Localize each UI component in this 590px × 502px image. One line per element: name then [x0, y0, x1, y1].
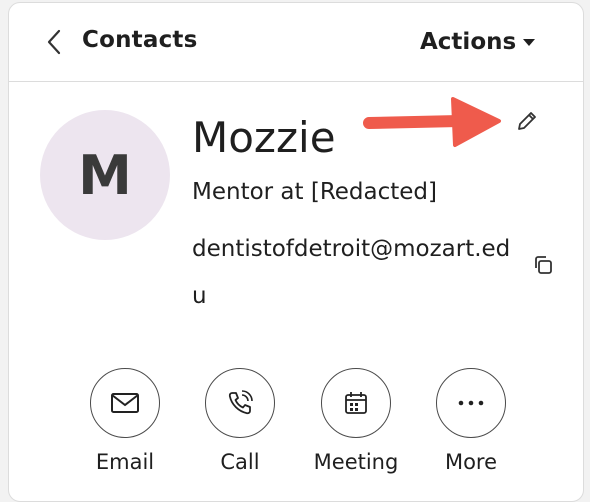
actions-label: Actions: [420, 29, 517, 55]
email-button[interactable]: [90, 368, 160, 438]
quick-action-call[interactable]: Call: [190, 368, 290, 474]
call-label: Call: [220, 450, 260, 474]
more-button[interactable]: [436, 368, 506, 438]
call-button[interactable]: [205, 368, 275, 438]
calendar-icon: [345, 392, 367, 414]
actions-dropdown[interactable]: Actions: [420, 29, 536, 55]
edit-button[interactable]: [512, 106, 542, 136]
card-header: Contacts Actions: [9, 3, 583, 82]
contact-card: Contacts Actions M Mozzie Mentor at [Red…: [8, 2, 584, 502]
back-button[interactable]: [39, 27, 69, 57]
meeting-label: Meeting: [313, 450, 399, 474]
more-label: More: [444, 450, 498, 474]
quick-action-meeting[interactable]: Meeting: [306, 368, 406, 474]
quick-action-more[interactable]: More: [421, 368, 521, 474]
copy-email-button[interactable]: [529, 251, 557, 279]
quick-action-email[interactable]: Email: [75, 368, 175, 474]
meeting-button[interactable]: [321, 368, 391, 438]
contact-subtitle: Mentor at [Redacted]: [192, 179, 438, 205]
copy-icon: [535, 256, 552, 274]
contact-name: Mozzie: [192, 113, 336, 162]
chevron-left-icon: [47, 29, 61, 55]
red-arrow-icon: [363, 97, 501, 147]
avatar: M: [40, 110, 170, 240]
ellipsis-icon: [458, 400, 484, 406]
page-title: Contacts: [82, 27, 198, 53]
email-label: Email: [95, 450, 155, 474]
contact-email[interactable]: dentistofdetroit@mozart.edu: [192, 226, 512, 320]
caret-down-icon: [523, 39, 536, 46]
envelope-icon: [111, 393, 139, 413]
pencil-icon: [518, 112, 536, 130]
phone-icon: [228, 390, 253, 415]
